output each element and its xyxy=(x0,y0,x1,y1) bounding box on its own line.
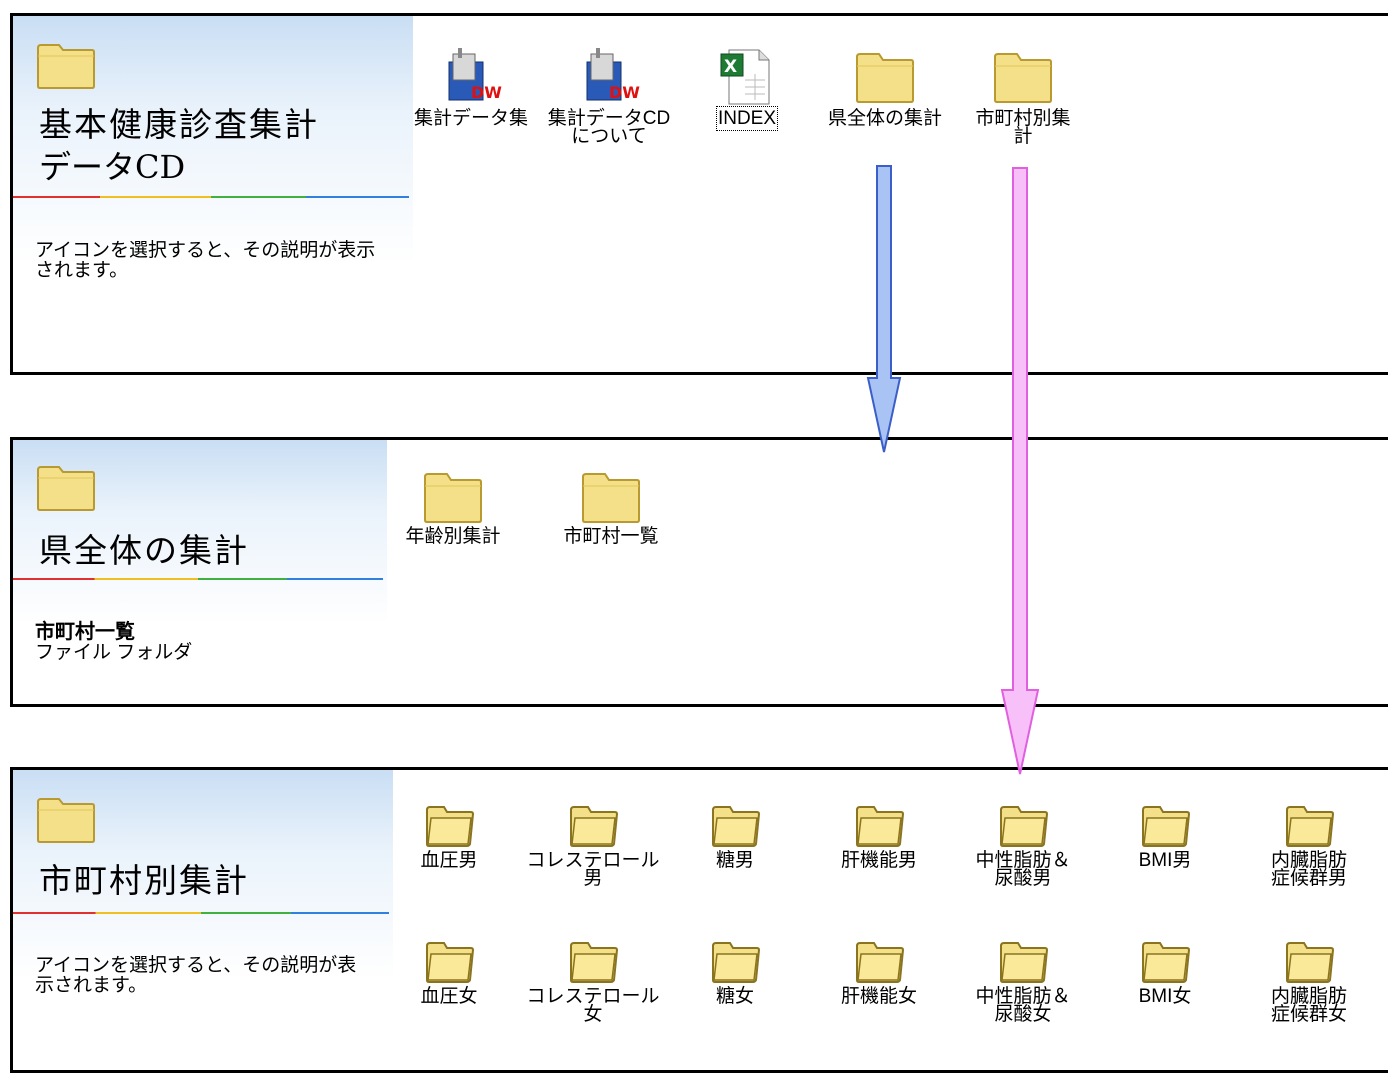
folder-icon xyxy=(582,473,640,523)
item-label: 血圧女 xyxy=(420,986,478,1007)
folder-icon xyxy=(426,942,475,983)
page-title-line2: データCD xyxy=(39,148,186,186)
item-label: 市町村一覧 xyxy=(563,526,659,547)
folder-icon xyxy=(1000,942,1049,983)
color-divider xyxy=(13,196,409,198)
page-title: 県全体の集計 xyxy=(39,531,249,570)
item-label: 内臓脂肪 症候群男 xyxy=(1270,850,1347,889)
folder-icon xyxy=(1142,806,1191,847)
folder-icon xyxy=(570,942,619,983)
folder-sidebar: 基本健康診査集計 データCD アイコンを選択すると、その説明が表示 されます。 xyxy=(13,16,413,372)
item-label: 糖女 xyxy=(715,986,754,1007)
folder-item[interactable]: 血圧男 xyxy=(379,800,519,870)
folder-item[interactable]: 糖女 xyxy=(665,936,805,1006)
item-label: 肝機能女 xyxy=(840,986,917,1007)
item-label: 中性脂肪＆ 尿酸女 xyxy=(975,986,1071,1025)
folder-icon xyxy=(1286,942,1335,983)
excel-file-icon: X xyxy=(720,49,770,105)
item-label: 肝機能男 xyxy=(840,850,917,871)
item-label: BMI男 xyxy=(1138,850,1192,871)
description-text: アイコンを選択すると、その説明が表示 されます。 xyxy=(35,240,376,281)
folder-item[interactable]: 肝機能男 xyxy=(809,800,949,870)
folder-item[interactable]: 県全体の集計 xyxy=(815,46,955,128)
item-label: 血圧男 xyxy=(420,850,478,871)
dreamweaver-doc-icon: DW xyxy=(448,48,502,102)
svg-text:DW: DW xyxy=(471,83,502,102)
folder-item[interactable]: 中性脂肪＆ 尿酸男 xyxy=(953,800,1093,888)
folder-icon xyxy=(570,806,619,847)
folder-item[interactable]: 市町村別集 計 xyxy=(953,46,1093,146)
folder-item[interactable]: BMI男 xyxy=(1095,800,1235,870)
folder-item[interactable]: 年齢別集計 xyxy=(383,468,523,546)
folder-item[interactable]: 中性脂肪＆ 尿酸女 xyxy=(953,936,1093,1024)
blue-down-arrow xyxy=(866,165,902,453)
folder-item[interactable]: 内臓脂肪 症候群女 xyxy=(1239,936,1379,1024)
description-text: アイコンを選択すると、その説明が表 示されます。 xyxy=(35,955,357,996)
svg-text:X: X xyxy=(724,57,737,77)
item-label: 集計データCD について xyxy=(547,108,671,147)
folder-icon xyxy=(994,53,1052,103)
item-label: 集計データ集 xyxy=(413,108,528,129)
folder-sidebar: 県全体の集計 市町村一覧 ファイル フォルダ xyxy=(13,440,387,704)
file-item[interactable]: DW 集計データ集 xyxy=(401,46,541,128)
pink-down-arrow xyxy=(1000,167,1040,775)
selected-info: 市町村一覧 ファイル フォルダ xyxy=(35,622,192,663)
selected-name: 市町村一覧 xyxy=(35,621,135,643)
folder-item[interactable]: 内臓脂肪 症候群男 xyxy=(1239,800,1379,888)
item-label: 年齢別集計 xyxy=(405,526,501,547)
folder-sidebar: 市町村別集計 アイコンを選択すると、その説明が表 示されます。 xyxy=(13,770,393,1070)
item-label: BMI女 xyxy=(1138,986,1192,1007)
page-title: 基本健康診査集計 xyxy=(39,105,319,144)
folder-icon xyxy=(37,44,95,89)
item-label: INDEX xyxy=(715,106,779,131)
item-label: 内臓脂肪 症候群女 xyxy=(1270,986,1347,1025)
folder-item[interactable]: コレステロール男 xyxy=(523,800,663,888)
folder-item[interactable]: コレステロール女 xyxy=(523,936,663,1024)
selected-type: ファイル フォルダ xyxy=(35,642,193,663)
folder-icon xyxy=(856,942,905,983)
folder-item[interactable]: 市町村一覧 xyxy=(541,468,681,546)
folder-icon xyxy=(712,806,761,847)
dreamweaver-doc-icon: DW xyxy=(586,48,640,102)
folder-icon xyxy=(856,53,914,103)
svg-text:DW: DW xyxy=(609,83,640,102)
folder-item[interactable]: BMI女 xyxy=(1095,936,1235,1006)
folder-item[interactable]: 糖男 xyxy=(665,800,805,870)
folder-icon xyxy=(1286,806,1335,847)
folder-icon xyxy=(426,806,475,847)
item-label: コレステロール男 xyxy=(526,850,660,889)
explorer-window-municipal: 市町村別集計 アイコンを選択すると、その説明が表 示されます。 血圧男コレステロ… xyxy=(10,767,1388,1073)
item-label: コレステロール女 xyxy=(526,986,660,1025)
file-item[interactable]: X INDEX xyxy=(677,46,817,131)
folder-icon xyxy=(1142,942,1191,983)
folder-icon xyxy=(856,806,905,847)
folder-icon xyxy=(1000,806,1049,847)
item-label: 糖男 xyxy=(715,850,754,871)
folder-icon xyxy=(712,942,761,983)
item-label: 市町村別集 計 xyxy=(975,108,1071,147)
color-divider xyxy=(13,578,383,580)
folder-icon xyxy=(37,466,95,511)
file-item[interactable]: DW 集計データCD について xyxy=(539,46,679,146)
page-title: 市町村別集計 xyxy=(39,861,249,900)
folder-icon xyxy=(37,798,95,843)
folder-icon xyxy=(424,473,482,523)
explorer-window-prefecture: 県全体の集計 市町村一覧 ファイル フォルダ 年齢別集計 市町村一覧 xyxy=(10,437,1388,707)
color-divider xyxy=(13,912,389,914)
item-label: 県全体の集計 xyxy=(827,108,942,129)
folder-item[interactable]: 肝機能女 xyxy=(809,936,949,1006)
folder-item[interactable]: 血圧女 xyxy=(379,936,519,1006)
explorer-window-root: 基本健康診査集計 データCD アイコンを選択すると、その説明が表示 されます。 … xyxy=(10,13,1388,375)
item-label: 中性脂肪＆ 尿酸男 xyxy=(975,850,1071,889)
